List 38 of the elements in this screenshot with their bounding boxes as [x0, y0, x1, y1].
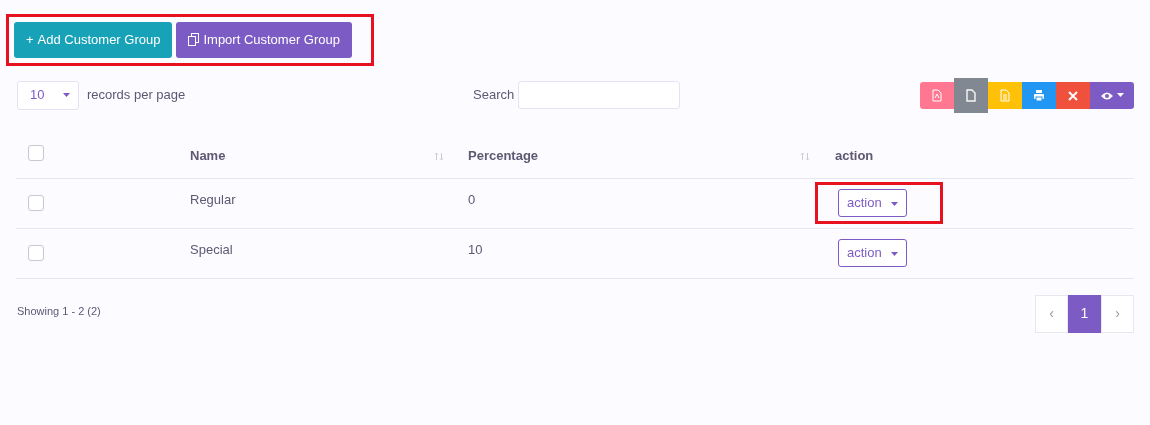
table-cell-text: Regular	[190, 191, 236, 210]
action-dropdown[interactable]: action	[838, 239, 908, 267]
caret-icon	[891, 251, 899, 256]
page-size-select[interactable]: 10	[17, 80, 79, 110]
records-label: records per page	[87, 86, 186, 105]
pdf-file-icon	[931, 88, 943, 102]
document-icon	[999, 88, 1011, 102]
pdf-button[interactable]	[920, 81, 954, 109]
copy-icon	[188, 33, 200, 46]
caret-icon	[1116, 93, 1124, 97]
search-label: Search	[473, 86, 515, 105]
search-field[interactable]	[518, 81, 681, 109]
excel-button[interactable]	[988, 81, 1022, 109]
column-header: action	[835, 147, 874, 166]
add-button[interactable]: + Add Customer Group	[14, 22, 173, 58]
page-button[interactable]: 1	[1068, 294, 1101, 333]
visibility-button[interactable]	[1090, 81, 1134, 109]
column-header: Name	[190, 147, 226, 166]
import-button[interactable]: Import Customer Group	[176, 22, 352, 58]
row-checkbox[interactable]	[28, 195, 44, 211]
caret-icon	[63, 93, 70, 97]
showing-info: Showing 1 - 2 (2)	[17, 303, 101, 319]
csv-button[interactable]	[954, 77, 988, 113]
print-button[interactable]	[1022, 81, 1056, 109]
previous-page-button[interactable]: ‹	[1035, 294, 1068, 333]
file-icon	[965, 88, 977, 102]
table-cell-text: 10	[468, 241, 483, 260]
column-header: Percentage	[468, 147, 539, 166]
close-icon	[1067, 88, 1079, 102]
table-cell-text: 0	[468, 191, 476, 210]
caret-icon	[891, 201, 899, 206]
delete-button[interactable]	[1056, 81, 1090, 109]
printer-icon	[1033, 88, 1045, 102]
action-dropdown[interactable]: action	[838, 189, 908, 217]
table-cell-text: Special	[190, 241, 233, 260]
row-checkbox[interactable]	[28, 245, 44, 261]
next-page-button[interactable]: ›	[1101, 294, 1134, 333]
select-all-checkbox[interactable]	[28, 145, 44, 161]
